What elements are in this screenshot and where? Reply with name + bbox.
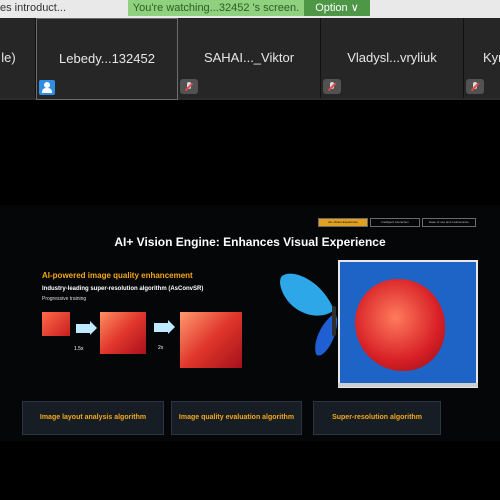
algorithm-card: Image quality evaluation algorithm: [171, 401, 302, 435]
participant-strip: le) Lebedy...132452 SAHAI..._Viktor Vlad…: [0, 18, 500, 100]
participant-name: Kyr: [483, 50, 500, 65]
window-title: es introduct...: [0, 2, 67, 14]
watching-banner: You're watching...32452 's screen.: [128, 0, 304, 16]
algorithm-card: Super-resolution algorithm: [313, 401, 441, 435]
algorithm-card: Image layout analysis algorithm: [22, 401, 164, 435]
mic-muted-icon: [180, 79, 198, 94]
slide-tab: Intelligent interaction: [370, 218, 420, 227]
low-res-image: [42, 312, 70, 336]
participant-name: Vladysl...vryliuk: [347, 50, 437, 65]
butterfly-icon: [280, 273, 338, 356]
option-button-label: Option: [315, 2, 348, 14]
participant-tile-active[interactable]: Lebedy...132452: [36, 18, 178, 100]
option-button[interactable]: Option ∨: [304, 0, 370, 16]
user-avatar-icon: [39, 80, 55, 95]
mic-muted-icon: [466, 79, 484, 94]
slide-subtitle: AI-powered image quality enhancement: [42, 271, 193, 280]
mid-res-image: [100, 312, 146, 354]
arrow-right-icon: [76, 321, 97, 335]
slide-subheading: Industry-leading super-resolution algori…: [42, 286, 204, 292]
participant-tile[interactable]: SAHAI..._Viktor: [178, 18, 321, 98]
mic-muted-icon: [323, 79, 341, 94]
participant-tile[interactable]: Kyr: [464, 18, 500, 98]
scale-label: 2x: [158, 345, 164, 351]
participant-name: le): [1, 50, 16, 65]
participant-name: Lebedy...132452: [59, 51, 155, 66]
participant-name: SAHAI..._Viktor: [203, 50, 295, 65]
slide-tab: Ease of use and maintenance: [422, 218, 476, 227]
slide-title: AI+ Vision Engine: Enhances Visual Exper…: [114, 235, 386, 249]
display-stand: [338, 383, 478, 387]
slide-tab: AI+ Vision Experience: [318, 218, 368, 227]
scale-label: 1.5x: [74, 346, 84, 352]
slide-note: Progressive training: [42, 296, 87, 302]
screen-share-topbar: es introduct... You're watching...32452 …: [0, 0, 500, 18]
flower-image: [355, 279, 445, 371]
arrow-right-icon: [154, 320, 175, 334]
participant-tile[interactable]: le): [0, 18, 36, 98]
participant-tile[interactable]: Vladysl...vryliuk: [321, 18, 464, 98]
high-res-image: [180, 312, 242, 368]
chevron-down-icon: ∨: [350, 2, 359, 14]
